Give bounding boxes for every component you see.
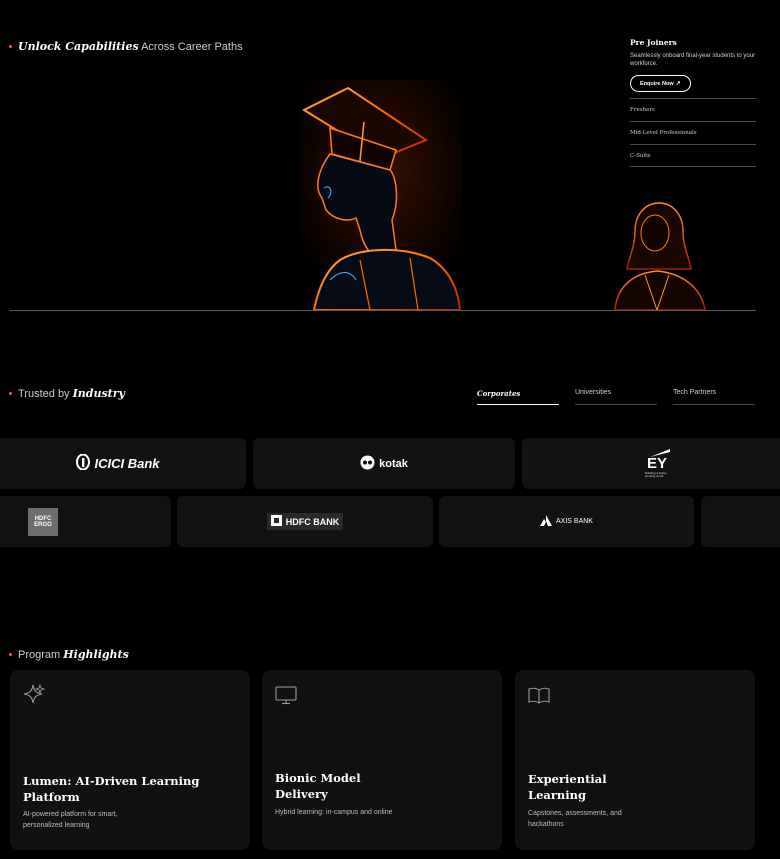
tab-universities[interactable]: Universities bbox=[575, 389, 657, 405]
tab-corporates[interactable]: Corporates bbox=[477, 389, 559, 405]
bullet-dot bbox=[9, 392, 12, 395]
highlights-heading-em: Highlights bbox=[63, 648, 129, 661]
bullet-dot bbox=[9, 45, 12, 48]
career-path-description: Seamlessly onboard final-year students t… bbox=[630, 53, 756, 67]
hero-divider bbox=[10, 310, 756, 311]
highlight-card-lumen[interactable]: Lumen: AI-Driven Learning Platform AI-po… bbox=[10, 670, 250, 850]
axis-bank-logo-text: AXIS BANK bbox=[556, 518, 593, 525]
tab-tech-partners[interactable]: Tech Partners bbox=[673, 389, 755, 405]
career-item-label: Freshers bbox=[630, 107, 655, 113]
ey-logo-text: EY bbox=[646, 454, 667, 472]
highlight-description: AI-powered platform for smart, personali… bbox=[23, 811, 118, 829]
logo-card-ey: EY Building a better working world bbox=[522, 438, 780, 489]
career-item-label: Mid-Level Professionals bbox=[630, 130, 697, 136]
kotak-logo-text: kotak bbox=[379, 457, 408, 470]
logo-card-axis-bank: AXIS BANK bbox=[439, 496, 694, 547]
logo-card-icici: ICICI Bank bbox=[0, 438, 246, 489]
highlights-heading-plain: Program bbox=[18, 648, 64, 661]
highlight-description: Hybrid learning: in-campus and online bbox=[275, 809, 393, 816]
highlight-description: Capstones, assessments, and hackathons bbox=[528, 810, 622, 828]
career-item-freshers[interactable]: Freshers bbox=[630, 98, 756, 121]
trusted-heading: Trusted by Industry bbox=[9, 387, 125, 400]
logo-card-hdfc-bank: HDFC BANK bbox=[177, 496, 433, 547]
hero-heading-bold: Unlock Capabilities bbox=[18, 40, 139, 53]
career-path-list: Freshers Mid-Level Professionals C-Suite bbox=[630, 98, 756, 167]
hero-heading-rest: Across Career Paths bbox=[138, 40, 243, 53]
logo-card-kotak: kotak bbox=[253, 438, 515, 489]
arrow-up-right-icon: ↗ bbox=[675, 81, 681, 87]
career-path-title: Pre Joiners bbox=[630, 38, 677, 47]
professional-illustration bbox=[614, 202, 706, 310]
highlight-title: Lumen: AI-Driven Learning Platform bbox=[23, 774, 200, 804]
career-item-label: C-Suite bbox=[630, 152, 651, 159]
career-item-mid-level[interactable]: Mid-Level Professionals bbox=[630, 121, 756, 144]
career-path-panel: Pre Joiners Seamlessly onboard final-yea… bbox=[630, 38, 756, 167]
highlights-heading: Program Highlights bbox=[9, 648, 129, 661]
logo-card-hdfc-ergo: HDFC ERGO bbox=[0, 496, 171, 547]
ey-logo-tagline: Building a better working world bbox=[645, 470, 667, 478]
graduate-illustration bbox=[300, 80, 462, 310]
hdfc-bank-logo-icon bbox=[270, 515, 282, 528]
book-icon bbox=[528, 687, 550, 704]
enquire-now-label: Enquire Now bbox=[640, 80, 674, 87]
partner-tabs: Corporates Universities Tech Partners bbox=[477, 389, 755, 405]
logo-card-partial bbox=[701, 496, 780, 547]
trusted-heading-em: Industry bbox=[72, 387, 125, 400]
hdfc-ergo-logo-text: HDFC ERGO bbox=[34, 515, 52, 528]
monitor-icon bbox=[275, 686, 297, 705]
highlight-card-bionic[interactable]: Bionic Model Delivery Hybrid learning: i… bbox=[262, 670, 502, 850]
icici-logo-text: ICICI Bank bbox=[94, 456, 160, 471]
enquire-now-button[interactable]: Enquire Now ↗ bbox=[630, 75, 691, 92]
kotak-logo-icon bbox=[360, 455, 375, 473]
hero-heading: Unlock Capabilities Across Career Paths bbox=[9, 40, 243, 53]
bullet-dot bbox=[9, 653, 12, 656]
hdfc-ergo-logo: HDFC ERGO bbox=[28, 507, 58, 536]
highlight-title: Bionic Model Delivery bbox=[275, 771, 361, 801]
axis-bank-logo-icon bbox=[540, 515, 553, 528]
trusted-heading-plain: Trusted by bbox=[18, 387, 73, 400]
icici-logo-icon bbox=[76, 453, 91, 473]
highlight-title: Experiential Learning bbox=[528, 772, 607, 802]
sparkle-icon bbox=[23, 684, 45, 704]
highlight-card-experiential[interactable]: Experiential Learning Capstones, assessm… bbox=[515, 670, 755, 850]
hdfc-bank-logo-text: HDFC BANK bbox=[285, 516, 340, 527]
career-item-c-suite[interactable]: C-Suite bbox=[630, 144, 756, 167]
